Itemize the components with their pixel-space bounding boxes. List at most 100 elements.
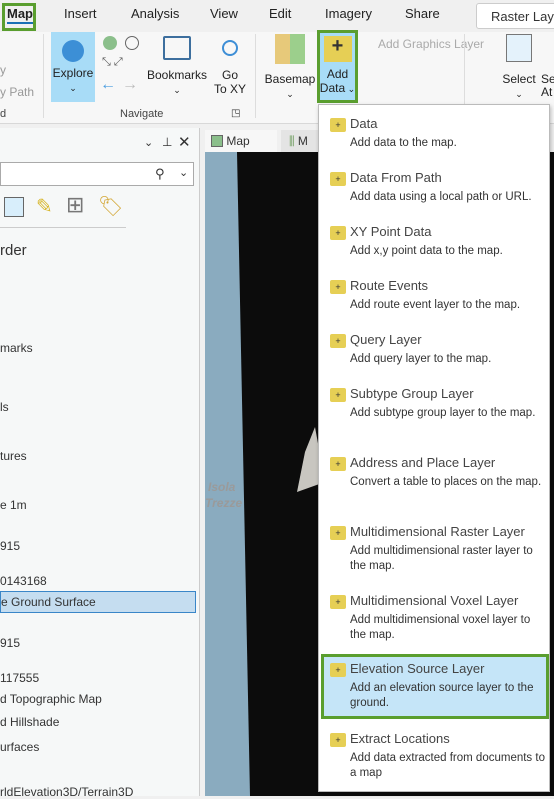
md-raster-icon: + <box>330 526 346 540</box>
tab-map-label[interactable]: Map <box>7 6 33 24</box>
list-by-snapping-icon[interactable]: ⊞ <box>66 192 84 218</box>
navigate-group-label: Navigate <box>120 108 164 120</box>
add-data-label: Add <box>326 67 349 81</box>
tab-raster-layer[interactable]: Raster Layer <box>476 3 554 29</box>
menu-item-multidimensional-raster-layer[interactable]: + Multidimensional Raster Layer Add multid… <box>321 524 549 578</box>
menu-item-title: Query Layer <box>350 332 422 347</box>
bookmarks-button[interactable]: Bookmarks ⌄ <box>146 34 208 97</box>
add-graphics-layer-button[interactable]: Add Graphics Layer <box>360 37 484 51</box>
select-label: Select <box>502 72 536 86</box>
basemap-icon <box>275 34 305 64</box>
list-by-editing-icon[interactable]: ✎ <box>36 194 53 219</box>
map-tab-icon <box>211 135 223 147</box>
route-events-icon: + <box>330 280 346 294</box>
go-to-xy-button[interactable]: Go To XY <box>212 34 248 96</box>
menu-item-description: Add data to the map. <box>350 137 457 149</box>
bookmarks-label: Bookmarks <box>146 68 208 82</box>
list-item[interactable]: tures <box>0 449 27 463</box>
basemap-button[interactable]: Basemap ⌄ <box>262 34 318 101</box>
tab-analysis[interactable]: Analysis <box>131 6 179 21</box>
menu-item-xy-point-data[interactable]: + XY Point Data Add x,y point data to the … <box>321 224 549 274</box>
menu-item-description: Add data using a local path or URL. <box>350 191 532 203</box>
menu-item-elevation-source-layer[interactable]: + Elevation Source Layer Add an elevation … <box>321 654 549 719</box>
menu-item-title: Address and Place Layer <box>350 455 496 470</box>
search-input[interactable]: ⚲ ⌄ <box>0 162 194 186</box>
explore-button[interactable]: Explore ⌄ <box>51 32 95 102</box>
bookmarks-icon <box>163 36 191 60</box>
subtype-group-icon: + <box>330 388 346 402</box>
view-tab-map[interactable]: Map <box>205 130 277 152</box>
add-data-label: Data <box>319 81 346 95</box>
extract-locations-icon: + <box>330 733 346 747</box>
list-item[interactable]: 0143168 <box>0 574 47 588</box>
menu-item-description: Convert a table to places on the map. <box>350 476 542 488</box>
menu-item-route-events[interactable]: + Route Events Add route event layer to th… <box>321 278 549 328</box>
add-data-button[interactable]: + Add Data ⌄ <box>317 30 358 103</box>
list-item[interactable]: 915 <box>0 539 20 553</box>
close-icon[interactable]: ✕ <box>178 133 191 151</box>
list-item[interactable]: ls <box>0 400 9 414</box>
menu-item-title: Multidimensional Voxel Layer <box>350 593 519 608</box>
select-icon <box>506 34 532 62</box>
list-item[interactable]: 117555 <box>0 671 39 685</box>
back-icon[interactable]: ← <box>100 76 116 94</box>
drawing-order-heading: rder <box>0 242 27 259</box>
select-by-attributes-cut[interactable]: At <box>541 85 552 99</box>
go-to-xy-label: Go <box>221 68 238 82</box>
list-item[interactable]: urfaces <box>0 740 39 754</box>
menu-item-query-layer[interactable]: + Query Layer Add query layer to the map. <box>321 332 549 382</box>
menu-item-extract-locations[interactable]: + Extract Locations Add data extracted fro… <box>321 731 549 785</box>
menu-item-description: Add query layer to the map. <box>350 353 492 365</box>
list-by-drawing-order-icon[interactable] <box>4 197 24 217</box>
list-item-label: e Ground Surface <box>1 595 96 609</box>
tab-view[interactable]: View <box>210 6 238 21</box>
menu-item-subtype-group-layer[interactable]: + Subtype Group Layer Add subtype group la… <box>321 386 549 440</box>
zoom-layer-icon[interactable] <box>125 36 139 50</box>
menu-item-title: Data <box>350 116 378 131</box>
add-data-icon: + <box>323 36 352 62</box>
list-item[interactable]: e 1m <box>0 498 27 512</box>
menu-item-data-from-path[interactable]: + Data From Path Add data using a local pa… <box>321 170 549 224</box>
add-data-icon: + <box>330 118 346 132</box>
full-extent-icon[interactable] <box>103 36 117 50</box>
tab-share[interactable]: Share <box>405 6 440 21</box>
forward-icon[interactable]: → <box>122 76 138 94</box>
tab-imagery[interactable]: Imagery <box>325 6 372 21</box>
menu-item-title: Elevation Source Layer <box>350 661 485 676</box>
menu-item-description: Add multidimensional voxel layer to the … <box>350 614 531 641</box>
tab-edit[interactable]: Edit <box>269 6 291 21</box>
ribbon-cut-label: y <box>0 63 6 77</box>
list-item-selected[interactable]: e Ground Surface <box>0 591 196 613</box>
menu-item-description: Add data extracted from documents to a m… <box>350 752 545 779</box>
scene-tab-icon: ⫼ <box>289 134 295 148</box>
menu-item-data[interactable]: + Data Add data to the map. <box>321 116 549 166</box>
list-by-labeling-icon[interactable]: 🏷 <box>98 194 123 219</box>
menu-item-description: Add route event layer to the map. <box>350 299 521 311</box>
select-button[interactable]: Select ⌄ <box>500 34 538 101</box>
map-label: Isola <box>208 480 236 494</box>
pane-options-icon[interactable]: ⌄ <box>144 136 153 149</box>
explore-label: Explore <box>52 66 94 80</box>
list-item[interactable]: 915 <box>0 636 20 650</box>
search-dropdown-icon[interactable]: ⌄ <box>179 166 188 179</box>
list-item[interactable]: d Topographic Map <box>0 692 102 706</box>
list-item[interactable]: rldElevation3D/Terrain3D <box>0 785 133 799</box>
go-to-xy-label: To XY <box>213 82 246 96</box>
ribbon-cut-label: y Path <box>0 85 35 99</box>
menu-item-address-and-place-layer[interactable]: + Address and Place Layer Convert a table … <box>321 455 549 509</box>
dialog-launcher-icon[interactable]: ◳ <box>231 108 240 119</box>
basemap-label: Basemap <box>264 72 316 86</box>
go-to-xy-icon <box>222 40 238 56</box>
view-tab-label: M <box>297 134 308 148</box>
tab-insert[interactable]: Insert <box>64 6 97 21</box>
menu-item-title: Extract Locations <box>350 731 450 746</box>
select-by-attributes-cut[interactable]: Se <box>541 72 554 86</box>
pin-icon[interactable]: ⊥ <box>162 135 172 149</box>
menu-item-multidimensional-voxel-layer[interactable]: + Multidimensional Voxel Layer Add multidi… <box>321 593 549 647</box>
map-label: Trezze <box>205 496 243 510</box>
view-tab-second[interactable]: ⫼ M <box>281 130 321 152</box>
list-item[interactable]: d Hillshade <box>0 715 59 729</box>
list-item[interactable]: marks <box>0 341 33 355</box>
fixed-zoom-icon[interactable]: ⤡ ⤢ <box>102 56 123 69</box>
search-icon[interactable]: ⚲ <box>155 166 165 182</box>
